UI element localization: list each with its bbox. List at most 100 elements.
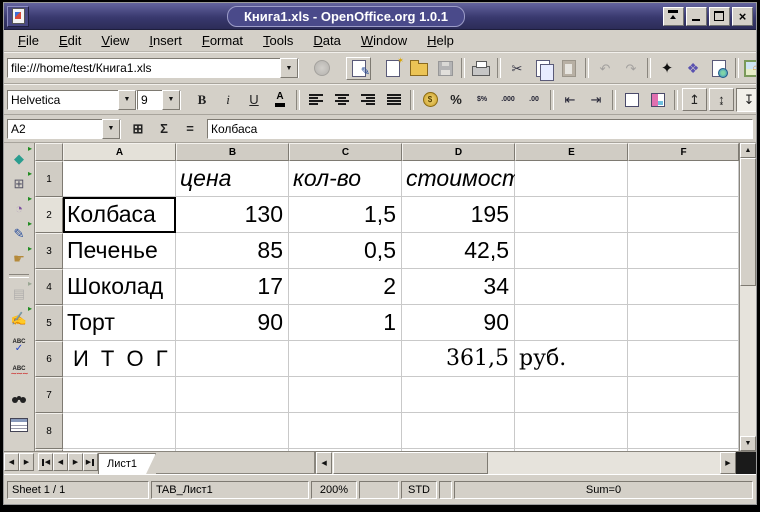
cell-B2[interactable]: 130 (176, 197, 289, 233)
cell-D7[interactable] (402, 377, 515, 413)
scroll-down-button[interactable]: ▼ (740, 436, 756, 451)
column-header-F[interactable]: F (628, 143, 739, 161)
app-icon[interactable] (7, 6, 29, 27)
cell-B1[interactable]: цена (176, 161, 289, 197)
function-equals-icon[interactable]: = (178, 118, 202, 140)
url-dropdown-button[interactable]: ▼ (280, 58, 298, 78)
row-header-6[interactable]: 6 (35, 341, 63, 377)
hyperlink-document-icon[interactable] (707, 57, 731, 79)
borders-button[interactable] (620, 89, 644, 111)
cell-C2[interactable]: 1,5 (289, 197, 402, 233)
auto-spellcheck-icon[interactable]: ABC∼∼∼ (7, 359, 31, 384)
cell-E1[interactable] (515, 161, 628, 197)
stylist-icon[interactable]: ❖ (681, 57, 705, 79)
cell-A8[interactable] (63, 413, 176, 449)
row-header-3[interactable]: 3 (35, 233, 63, 269)
insert-object-icon[interactable]: ◔▸ (7, 196, 31, 221)
form-functions-icon[interactable]: ☛▸ (7, 246, 31, 271)
insert-cells-icon[interactable]: ⊞▸ (7, 171, 31, 196)
vertical-scrollbar[interactable]: ▲ ▼ (739, 143, 756, 451)
title-bar[interactable]: Книга1.xls - OpenOffice.org 1.0.1 × (4, 3, 756, 30)
column-header-B[interactable]: B (176, 143, 289, 161)
shade-button[interactable] (663, 7, 684, 26)
scroll-right-button[interactable]: ▶ (720, 452, 736, 474)
url-input[interactable] (8, 60, 280, 76)
previous-sheet-button[interactable]: ◀ (53, 453, 68, 471)
row-header-1[interactable]: 1 (35, 161, 63, 197)
cell-F8[interactable] (628, 413, 739, 449)
cell-E2[interactable] (515, 197, 628, 233)
cell-reference-input[interactable] (8, 121, 102, 137)
cell-C5[interactable]: 1 (289, 305, 402, 341)
cell-E3[interactable] (515, 233, 628, 269)
cell-A4[interactable]: Шоколад (63, 269, 176, 305)
align-bottom-button[interactable]: ↧ (736, 88, 757, 112)
cell-B4[interactable]: 17 (176, 269, 289, 305)
insert-icon[interactable]: ◆▸ (7, 146, 31, 171)
find-replace-icon[interactable] (7, 387, 31, 412)
sheet-tab-лист1[interactable]: Лист1 (98, 453, 156, 474)
horizontal-scroll-thumb[interactable] (333, 452, 488, 474)
cell-reference-dropdown-button[interactable]: ▼ (102, 119, 120, 139)
row-header-8[interactable]: 8 (35, 413, 63, 449)
align-top-button[interactable]: ↥ (682, 88, 707, 111)
row-header-4[interactable]: 4 (35, 269, 63, 305)
select-all-corner[interactable] (35, 143, 63, 161)
next-sheet-button[interactable]: ▶ (68, 453, 83, 471)
cell-C7[interactable] (289, 377, 402, 413)
menu-help[interactable]: Help (417, 31, 464, 50)
choose-themes-icon[interactable]: ✍▸ (7, 306, 31, 331)
font-color-button[interactable]: A (268, 89, 292, 111)
cell-C8[interactable] (289, 413, 402, 449)
minimize-button[interactable] (686, 7, 707, 26)
cell-F2[interactable] (628, 197, 739, 233)
cell-A7[interactable] (63, 377, 176, 413)
column-header-E[interactable]: E (515, 143, 628, 161)
bold-button[interactable]: B (190, 89, 214, 111)
draw-functions-icon[interactable]: ✎▸ (7, 221, 31, 246)
italic-button[interactable]: i (216, 89, 240, 111)
increase-indent-button[interactable]: ⇥ (584, 89, 608, 111)
cell-D5[interactable]: 90 (402, 305, 515, 341)
menu-data[interactable]: Data (303, 31, 350, 50)
cell-B5[interactable]: 90 (176, 305, 289, 341)
menu-format[interactable]: Format (192, 31, 253, 50)
cell-B7[interactable] (176, 377, 289, 413)
scroll-left-button[interactable]: ◀ (316, 452, 332, 474)
toolbar-scroll-left-button[interactable]: ◀ (4, 453, 19, 471)
cell-A5[interactable]: Торт (63, 305, 176, 341)
align-center-button[interactable] (330, 89, 354, 111)
decrease-indent-button[interactable]: ⇤ (558, 89, 582, 111)
cell-D8[interactable] (402, 413, 515, 449)
cell-E4[interactable] (515, 269, 628, 305)
data-sources-icon[interactable] (7, 412, 31, 437)
number-format-standard-button[interactable]: $% (470, 89, 494, 111)
cell-F7[interactable] (628, 377, 739, 413)
new-document-icon[interactable]: ✶ (381, 57, 405, 79)
font-name-dropdown-button[interactable]: ▼ (118, 90, 136, 110)
cell-E5[interactable] (515, 305, 628, 341)
cell-A3[interactable]: Печенье (63, 233, 176, 269)
row-header-5[interactable]: 5 (35, 305, 63, 341)
font-size-dropdown-button[interactable]: ▼ (162, 90, 180, 110)
cell-D3[interactable]: 42,5 (402, 233, 515, 269)
background-color-button[interactable] (646, 89, 670, 111)
row-header-7[interactable]: 7 (35, 377, 63, 413)
cell-D1[interactable]: стоимость (402, 161, 515, 197)
cut-icon[interactable]: ✂ (505, 57, 529, 79)
cell-B8[interactable] (176, 413, 289, 449)
cell-D4[interactable]: 34 (402, 269, 515, 305)
menu-file[interactable]: File (8, 31, 49, 50)
menu-edit[interactable]: Edit (49, 31, 91, 50)
align-right-button[interactable] (356, 89, 380, 111)
edit-file-icon[interactable]: ✎ (346, 57, 371, 80)
align-left-button[interactable] (304, 89, 328, 111)
spellcheck-icon[interactable]: ABC✓ (7, 334, 31, 359)
delete-decimal-button[interactable]: .00 (522, 89, 546, 111)
number-format-percent-button[interactable]: % (444, 89, 468, 111)
cell-C4[interactable]: 2 (289, 269, 402, 305)
cell-D2[interactable]: 195 (402, 197, 515, 233)
cell-F3[interactable] (628, 233, 739, 269)
cell-D6[interactable]: 361,5 (402, 341, 515, 377)
print-icon[interactable] (469, 57, 493, 79)
